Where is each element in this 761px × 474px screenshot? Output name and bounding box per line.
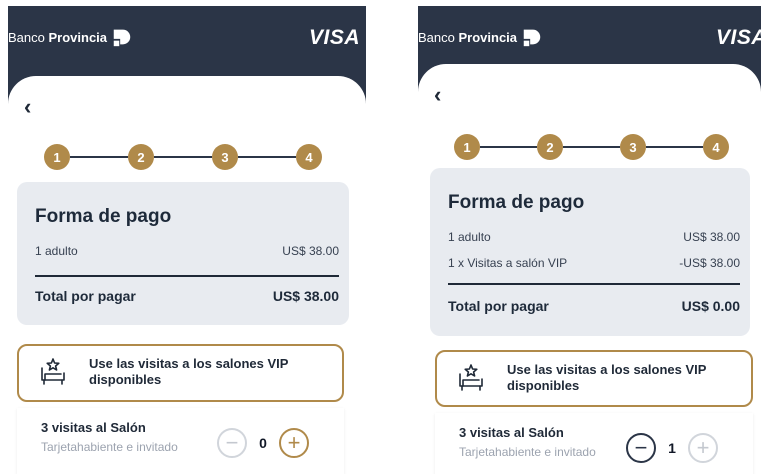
line-item-label: 1 adulto xyxy=(448,230,491,244)
visits-title: 3 visitas al Salón xyxy=(41,420,146,435)
total-label: Total por pagar xyxy=(448,298,549,314)
visa-logo: VISA xyxy=(715,26,761,49)
visits-title: 3 visitas al Salón xyxy=(459,425,564,440)
progress-stepper: 1 2 3 4 xyxy=(44,144,322,170)
use-vip-visits-button[interactable]: Use las visitas a los salones VIP dispon… xyxy=(17,344,344,402)
vip-visits-selector: 3 visitas al Salón Tarjetahabiente e inv… xyxy=(17,408,344,474)
total-row: Total por pagar US$ 0.00 xyxy=(448,298,740,314)
content-sheet: ‹ 1 2 3 4 Forma de pago 1 adulto US$ 38.… xyxy=(8,76,366,474)
line-item-amount: -US$ 38.00 xyxy=(679,256,740,270)
line-item: 1 x Visitas a salón VIP -US$ 38.00 xyxy=(448,256,740,270)
step-2: 2 xyxy=(537,134,563,160)
payment-title: Forma de pago xyxy=(35,206,172,227)
visits-subtitle: Tarjetahabiente e invitado xyxy=(459,445,596,459)
step-1: 1 xyxy=(44,144,70,170)
total-divider xyxy=(35,275,339,277)
visits-subtitle: Tarjetahabiente e invitado xyxy=(41,440,178,454)
line-item-label: 1 adulto xyxy=(35,244,78,258)
content-sheet: ‹ 1 2 3 4 Forma de pago 1 adulto US$ 38.… xyxy=(418,64,761,474)
decrease-button[interactable]: − xyxy=(217,428,247,458)
bank-name: Banco Provincia xyxy=(418,29,518,45)
line-item-amount: US$ 38.00 xyxy=(282,244,339,258)
step-connector xyxy=(480,146,537,148)
total-amount: US$ 38.00 xyxy=(272,288,339,304)
total-label: Total por pagar xyxy=(35,288,136,304)
step-3: 3 xyxy=(212,144,238,170)
screen-after: Banco Provincia VISA ‹ 1 2 3 4 Forma de … xyxy=(418,6,761,474)
bank-logo-icon xyxy=(523,29,541,47)
bank-brand: Banco Provincia xyxy=(418,26,543,48)
vip-button-label: Use las visitas a los salones VIP dispon… xyxy=(89,356,289,387)
line-item: 1 adulto US$ 38.00 xyxy=(448,230,740,244)
quantity-stepper: − 0 + xyxy=(217,428,309,458)
vip-visits-selector: 3 visitas al Salón Tarjetahabiente e inv… xyxy=(435,413,753,474)
progress-stepper: 1 2 3 4 xyxy=(454,134,729,160)
back-chevron-icon[interactable]: ‹ xyxy=(434,84,441,106)
step-4: 4 xyxy=(703,134,729,160)
increase-button[interactable]: + xyxy=(279,428,309,458)
payment-title: Forma de pago xyxy=(448,192,585,213)
payment-summary-card: Forma de pago 1 adulto US$ 38.00 Total p… xyxy=(17,182,349,325)
bank-brand: Banco Provincia xyxy=(8,26,133,48)
total-amount: US$ 0.00 xyxy=(681,298,740,314)
step-connector xyxy=(646,146,703,148)
step-3: 3 xyxy=(620,134,646,160)
step-2: 2 xyxy=(128,144,154,170)
step-4: 4 xyxy=(296,144,322,170)
vip-lounge-icon xyxy=(41,358,65,385)
step-connector xyxy=(70,156,128,158)
bank-logo-icon xyxy=(113,29,131,47)
decrease-button[interactable]: − xyxy=(626,433,656,463)
line-item: 1 adulto US$ 38.00 xyxy=(35,244,339,258)
step-connector xyxy=(154,156,212,158)
total-row: Total por pagar US$ 38.00 xyxy=(35,288,339,304)
bank-name: Banco Provincia xyxy=(8,29,108,45)
visa-logo: VISA xyxy=(308,26,360,49)
quantity-value: 0 xyxy=(259,435,267,451)
use-vip-visits-button[interactable]: Use las visitas a los salones VIP dispon… xyxy=(435,350,753,407)
vip-lounge-icon xyxy=(459,364,483,391)
increase-button[interactable]: + xyxy=(688,433,718,463)
quantity-value: 1 xyxy=(668,440,676,456)
line-item-amount: US$ 38.00 xyxy=(683,230,740,244)
total-divider xyxy=(448,283,740,285)
quantity-stepper: − 1 + xyxy=(626,433,718,463)
step-connector xyxy=(563,146,620,148)
back-chevron-icon[interactable]: ‹ xyxy=(24,96,31,118)
line-item-label: 1 x Visitas a salón VIP xyxy=(448,256,568,270)
step-1: 1 xyxy=(454,134,480,160)
payment-summary-card: Forma de pago 1 adulto US$ 38.00 1 x Vis… xyxy=(430,168,750,336)
screen-before: Banco Provincia VISA ‹ 1 2 3 4 Forma de … xyxy=(8,6,366,474)
vip-button-label: Use las visitas a los salones VIP dispon… xyxy=(507,362,707,393)
step-connector xyxy=(238,156,296,158)
